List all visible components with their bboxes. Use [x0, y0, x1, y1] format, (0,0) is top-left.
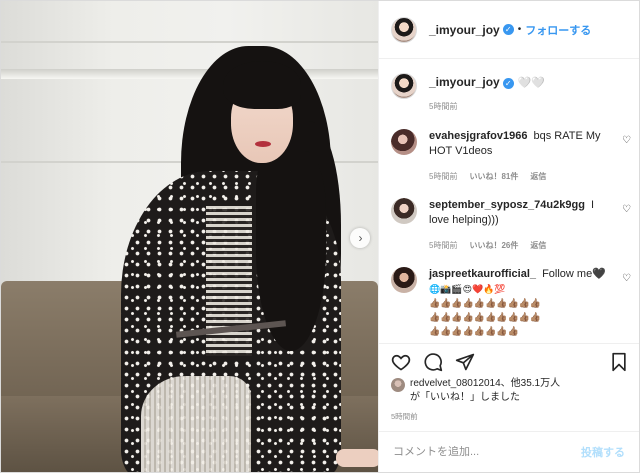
avatar[interactable] [391, 129, 417, 155]
reply-button[interactable]: 返信 [530, 169, 546, 184]
comment-item: september_syposz_74u2k9gg I love helping… [391, 198, 631, 253]
post-photo[interactable]: › [1, 1, 378, 472]
avatar[interactable] [391, 267, 417, 293]
comments-list[interactable]: _imyour_joy ✓ 🤍🤍 5時間前 evahesjgrafov1966 bq… [379, 60, 639, 343]
comment-bar: 投稿する [379, 431, 639, 472]
comment-heart-icon[interactable]: ♡ [622, 135, 631, 146]
next-photo-button[interactable]: › [350, 228, 370, 248]
caption: _imyour_joy ✓ 🤍🤍 5時間前 [391, 73, 545, 112]
likes-line[interactable]: redvelvet_08012014、他35.1万人 [410, 377, 560, 391]
follow-button[interactable]: フォローする [525, 22, 591, 38]
action-bar [379, 343, 639, 377]
photo-hair [256, 151, 326, 351]
reply-button[interactable]: 返信 [530, 238, 546, 253]
comment-timestamp[interactable]: 5時間前 [429, 169, 457, 184]
comment-username[interactable]: evahesjgrafov1966 [429, 130, 527, 142]
heart-icon[interactable] [391, 352, 411, 372]
comment-timestamp[interactable]: 5時間前 [429, 238, 457, 253]
comment-item: evahesjgrafov1966 bqs RATE My HOT V1deos… [391, 129, 631, 184]
comment-input[interactable] [393, 446, 563, 458]
comment-emoji-line: 👍🏽👍🏽👍🏽👍🏽👍🏽👍🏽👍🏽👍🏽👍🏽👍🏽 [429, 298, 542, 308]
comment-likes[interactable]: いいね！81件 [469, 169, 518, 184]
avatar[interactable] [391, 73, 417, 99]
verified-badge-icon: ✓ [502, 78, 514, 89]
comment-heart-icon[interactable]: ♡ [622, 204, 631, 215]
photo-hand [336, 449, 378, 467]
photo-ledge [1, 69, 378, 79]
comment-emoji-line: 🌐📸🎬😍❤️🔥💯 [429, 284, 506, 294]
photo-wall-line [1, 41, 378, 43]
photo-skirt-lace [141, 376, 251, 472]
comment-likes[interactable]: いいね！26件 [469, 238, 518, 253]
comment-emoji-line: 👍🏽👍🏽👍🏽👍🏽👍🏽👍🏽👍🏽👍🏽 [429, 326, 519, 336]
bookmark-icon[interactable] [609, 352, 629, 372]
caption-username[interactable]: _imyour_joy [429, 75, 500, 89]
likes-summary: redvelvet_08012014、他35.1万人 が「いいね！」しました [391, 377, 560, 405]
avatar[interactable] [391, 378, 405, 392]
caption-text: 🤍🤍 [517, 77, 546, 89]
chevron-right-icon: › [358, 231, 363, 245]
post-timestamp[interactable]: 5時間前 [391, 411, 418, 422]
post-header: _imyour_joy ✓ • フォローする [379, 1, 639, 59]
share-icon[interactable] [455, 352, 475, 372]
avatar[interactable] [391, 198, 417, 224]
post-comment-button[interactable]: 投稿する [581, 444, 625, 460]
separator-dot: • [517, 24, 522, 35]
comment-icon[interactable] [423, 352, 443, 372]
caption-timestamp[interactable]: 5時間前 [429, 101, 545, 112]
comment-username[interactable]: jaspreetkaurofficial_ [429, 268, 536, 280]
comment-username[interactable]: september_syposz_74u2k9gg [429, 199, 585, 211]
likes-line: が「いいね！」しました [410, 392, 520, 403]
verified-badge-icon: ✓ [502, 24, 514, 35]
comment-emoji-line: 👍🏽👍🏽👍🏽👍🏽👍🏽👍🏽👍🏽👍🏽👍🏽👍🏽 [429, 312, 542, 322]
post-sidebar: _imyour_joy ✓ • フォローする _imyour_joy ✓ 🤍🤍 5時… [378, 1, 639, 472]
comment-item: jaspreetkaurofficial_ Follow me🖤 🌐📸🎬😍❤️🔥… [391, 267, 631, 338]
photo-bangs [223, 61, 301, 109]
comment-text: Follow me🖤 [542, 268, 606, 280]
post-username[interactable]: _imyour_joy [429, 23, 500, 37]
photo-lips [255, 141, 271, 147]
avatar[interactable] [391, 16, 417, 43]
comment-heart-icon[interactable]: ♡ [622, 273, 631, 284]
